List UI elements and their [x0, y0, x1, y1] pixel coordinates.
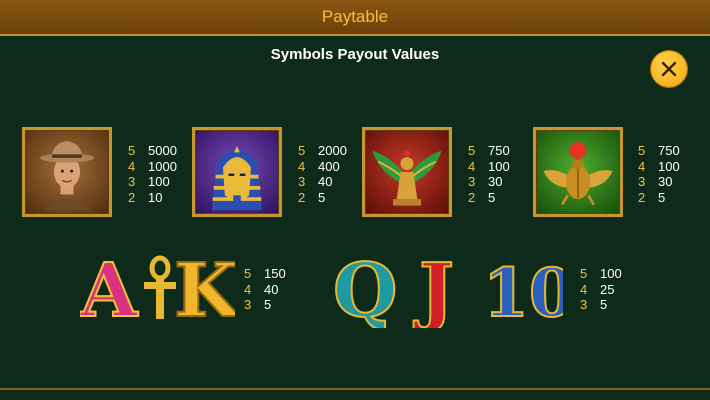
pay-row: 5 750: [468, 143, 510, 158]
qj10-paytable: 5 100 4 25 35: [580, 266, 622, 313]
page-title: Paytable: [321, 7, 389, 26]
pay-row: 35: [244, 297, 272, 312]
pay-row: 25: [638, 189, 666, 205]
ankh-icon: [144, 255, 176, 319]
card-number-10: 10: [483, 254, 563, 328]
pay-row: 4 25: [580, 281, 615, 297]
pay-row: 4 40: [244, 281, 279, 297]
pay-row: 25: [298, 189, 326, 205]
pay-row: 5 2000: [298, 143, 347, 158]
scarab-paytable: 5 750 4 100 3 30 25: [638, 143, 680, 205]
pay-row: 5 750: [638, 143, 680, 158]
card-symbols-q-j-10: Q J 10: [333, 250, 563, 328]
header-bar: Paytable: [0, 0, 710, 36]
pay-row: 3 30: [468, 174, 503, 189]
pay-row: 25: [468, 189, 496, 205]
winged-goddess-symbol: [362, 127, 452, 217]
close-button[interactable]: [651, 51, 687, 87]
card-letter-j: J: [413, 250, 454, 328]
pay-row: 5 150: [244, 266, 286, 281]
close-icon: [661, 61, 677, 77]
pay-row: 4 400: [298, 158, 340, 174]
ak-paytable: 5 150 4 40 35: [244, 266, 286, 313]
pharaoh-mask-symbol: [192, 127, 282, 217]
pay-row: 4 100: [638, 158, 680, 174]
card-letter-k: K: [174, 252, 235, 324]
pay-row: 5 5000: [128, 143, 177, 158]
pay-row: 3 40: [298, 174, 333, 189]
card-letter-a: A: [80, 252, 139, 324]
pay-row: 4 1000: [128, 158, 177, 174]
explorer-symbol: [22, 127, 112, 217]
card-letter-q: Q: [333, 250, 397, 328]
pay-row: 3 100: [128, 174, 170, 189]
pay-row: 5 100: [580, 266, 622, 281]
pay-row: 4 100: [468, 158, 510, 174]
goddess-paytable: 5 750 4 100 3 30 25: [468, 143, 510, 205]
section-subtitle: Symbols Payout Values: [270, 46, 440, 63]
pay-row: 35: [580, 297, 608, 312]
pay-row: 2 10: [128, 189, 163, 205]
explorer-paytable: 5 5000 4 1000 3 100 2 10: [128, 143, 177, 205]
pharaoh-paytable: 5 2000 4 400 3 40 25: [298, 143, 347, 205]
scarab-symbol: [533, 127, 623, 217]
card-symbols-a-k: A K: [80, 252, 235, 324]
pay-row: 3 30: [638, 174, 673, 189]
bottom-divider: [0, 388, 710, 390]
